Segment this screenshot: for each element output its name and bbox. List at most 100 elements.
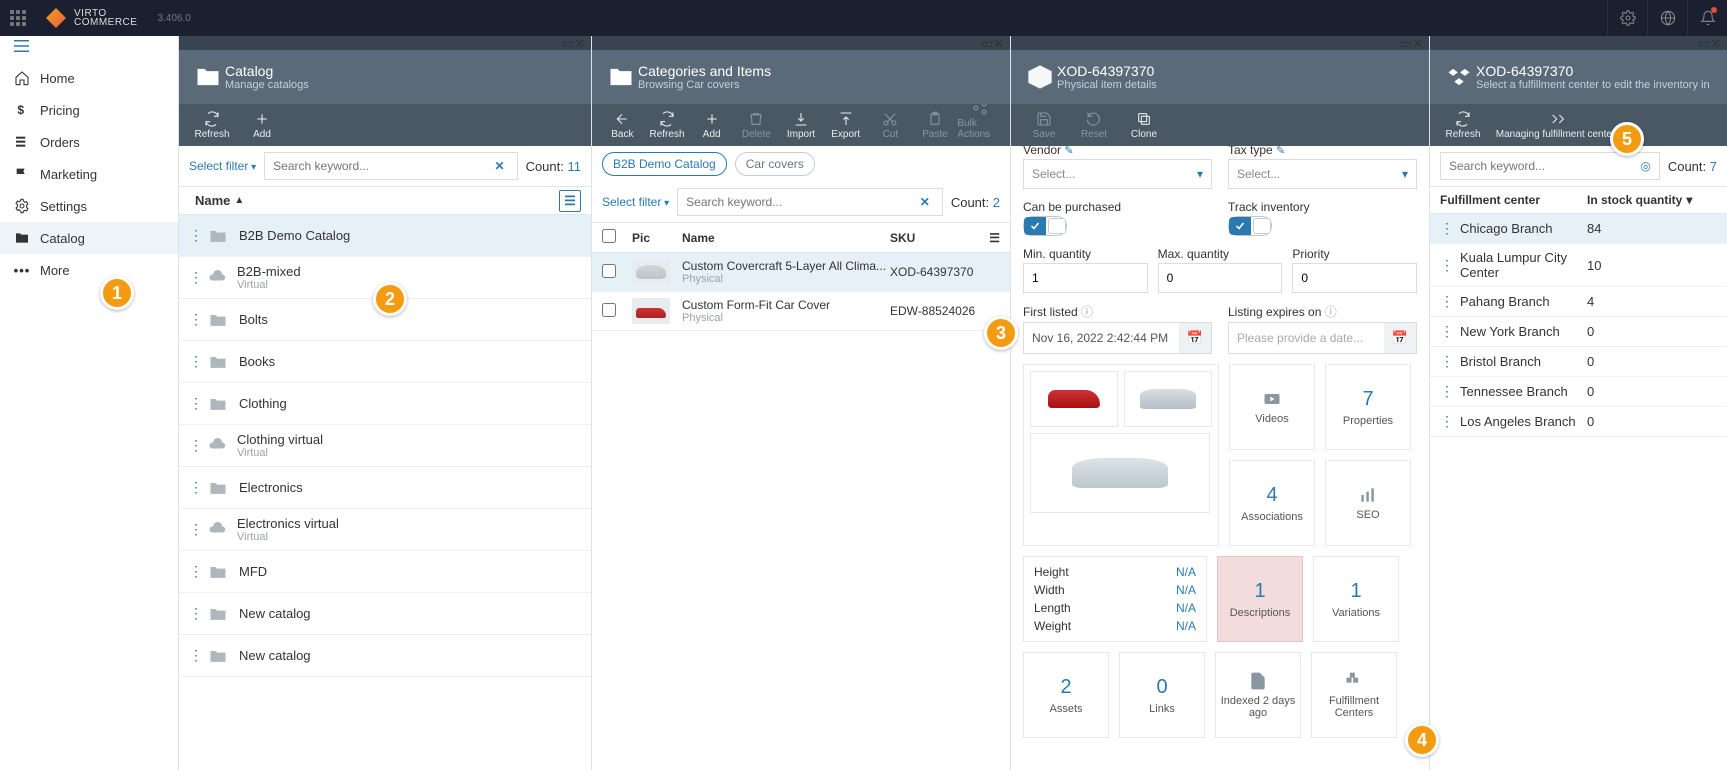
items-search[interactable]: ✕ (677, 188, 943, 216)
max-qty-input[interactable] (1158, 263, 1283, 293)
name-header[interactable]: Name (682, 231, 890, 245)
breadcrumb-catalog[interactable]: B2B Demo Catalog (602, 152, 727, 176)
sidenav-item-settings[interactable]: Settings (0, 190, 178, 222)
images-panel[interactable] (1023, 364, 1219, 546)
pic-header[interactable]: Pic (632, 231, 682, 245)
blade3-max-icon[interactable]: ▭ (1400, 36, 1412, 51)
fulfillment-tile[interactable]: Fulfillment Centers (1311, 652, 1397, 738)
select-filter-link[interactable]: Select filter (189, 159, 256, 173)
sidenav-item-pricing[interactable]: $Pricing (0, 94, 178, 126)
min-qty-input[interactable] (1023, 263, 1148, 293)
add-button[interactable]: Add (237, 109, 287, 142)
sidenav-item-orders[interactable]: Orders (0, 126, 178, 158)
drag-handle-icon[interactable]: ⋮ (1440, 413, 1454, 430)
fulfillment-row[interactable]: ⋮New York Branch0 (1430, 317, 1727, 347)
sidenav-item-home[interactable]: Home (0, 62, 178, 94)
calendar-icon[interactable]: 📅 (1179, 323, 1211, 353)
drag-handle-icon[interactable]: ⋮ (189, 437, 197, 454)
track-inventory-toggle[interactable] (1228, 216, 1272, 236)
sku-header[interactable]: SKU (890, 231, 1000, 245)
fulfillment-row[interactable]: ⋮Bristol Branch0 (1430, 347, 1727, 377)
drag-handle-icon[interactable]: ⋮ (189, 563, 197, 580)
drag-handle-icon[interactable]: ⋮ (189, 311, 197, 328)
search-input[interactable] (273, 159, 490, 173)
blade4-close-icon[interactable]: ✕ (1710, 36, 1721, 51)
drag-handle-icon[interactable]: ⋮ (189, 479, 197, 496)
manage-fulfillment-button[interactable]: Managing fulfillment centers (1488, 109, 1628, 142)
edit-icon[interactable]: ✎ (1276, 146, 1285, 157)
row-checkbox[interactable] (602, 303, 616, 317)
edit-icon[interactable]: ✎ (1064, 146, 1073, 157)
fulfillment-center-header[interactable]: Fulfillment center (1440, 193, 1587, 207)
drag-handle-icon[interactable]: ⋮ (189, 605, 197, 622)
blade3-close-icon[interactable]: ✕ (1412, 36, 1423, 51)
import-button[interactable]: Import (779, 109, 824, 142)
drag-handle-icon[interactable]: ⋮ (1440, 257, 1454, 274)
refresh-button[interactable]: Refresh (187, 109, 237, 142)
catalog-row[interactable]: ⋮MFD (179, 551, 591, 593)
tax-select[interactable]: Select...▾ (1228, 159, 1417, 189)
priority-input[interactable] (1292, 263, 1417, 293)
drag-handle-icon[interactable]: ⋮ (189, 395, 197, 412)
export-button[interactable]: Export (823, 109, 868, 142)
select-all-checkbox[interactable] (602, 229, 616, 243)
catalog-row[interactable]: ⋮Clothing (179, 383, 591, 425)
catalog-row[interactable]: ⋮Books (179, 341, 591, 383)
fulfillment-row[interactable]: ⋮Pahang Branch4 (1430, 287, 1727, 317)
item-row[interactable]: Custom Form-Fit Car CoverPhysicalEDW-885… (592, 292, 1010, 331)
info-icon[interactable]: ⓘ (1325, 305, 1337, 319)
calendar-icon[interactable]: 📅 (1384, 323, 1416, 353)
drag-handle-icon[interactable]: ⋮ (189, 227, 197, 244)
videos-tile[interactable]: Videos (1229, 364, 1315, 450)
catalog-row[interactable]: ⋮New catalog (179, 635, 591, 677)
descriptions-tile[interactable]: 1Descriptions (1217, 556, 1303, 642)
brand-logo[interactable]: VIRTO COMMERCE (36, 8, 147, 28)
drag-handle-icon[interactable]: ⋮ (189, 269, 197, 286)
breadcrumb-category[interactable]: Car covers (735, 152, 815, 176)
drag-handle-icon[interactable]: ⋮ (1440, 353, 1454, 370)
search-input[interactable] (1449, 159, 1640, 173)
globe-icon[interactable] (1647, 0, 1687, 36)
catalog-row[interactable]: ⋮New catalog (179, 593, 591, 635)
blade2-close-icon[interactable]: ✕ (993, 36, 1004, 51)
settings-icon[interactable] (1607, 0, 1647, 36)
sidenav-item-marketing[interactable]: Marketing (0, 158, 178, 190)
clone-button[interactable]: Clone (1119, 109, 1169, 142)
clear-icon[interactable]: ✕ (491, 159, 509, 173)
fulfillment-search[interactable]: ◎ (1440, 152, 1660, 180)
drag-handle-icon[interactable]: ⋮ (189, 521, 197, 538)
seo-tile[interactable]: SEO (1325, 460, 1411, 546)
fulfillment-row[interactable]: ⋮Kuala Lumpur City Center10 (1430, 244, 1727, 287)
catalog-row[interactable]: ⋮B2B Demo Catalog (179, 215, 591, 257)
select-filter-link[interactable]: Select filter (602, 195, 669, 209)
drag-handle-icon[interactable]: ⋮ (1440, 323, 1454, 340)
drag-handle-icon[interactable]: ⋮ (1440, 383, 1454, 400)
catalog-row[interactable]: ⋮Electronics (179, 467, 591, 509)
properties-tile[interactable]: 7Properties (1325, 364, 1411, 450)
first-listed-input[interactable]: Nov 16, 2022 2:42:44 PM📅 (1023, 322, 1212, 354)
column-settings-icon[interactable]: ☰ (989, 231, 1000, 245)
drag-handle-icon[interactable]: ⋮ (1440, 293, 1454, 310)
blade4-max-icon[interactable]: ▭ (1698, 36, 1710, 51)
refresh-button[interactable]: Refresh (645, 109, 690, 142)
drag-handle-icon[interactable]: ⋮ (1440, 220, 1454, 237)
associations-tile[interactable]: 4Associations (1229, 460, 1315, 546)
blade1-close-icon[interactable]: ✕ (574, 36, 585, 51)
catalog-row[interactable]: ⋮Clothing virtualVirtual (179, 425, 591, 467)
hamburger-icon[interactable] (0, 36, 178, 56)
item-row[interactable]: Custom Covercraft 5-Layer All Clima...Ph… (592, 253, 1010, 292)
in-stock-header[interactable]: In stock quantity▾ (1587, 193, 1717, 207)
fulfillment-row[interactable]: ⋮Chicago Branch84 (1430, 214, 1727, 244)
add-button[interactable]: Add (689, 109, 734, 142)
clear-icon[interactable]: ✕ (916, 195, 934, 209)
column-settings-icon[interactable]: ☰ (559, 190, 581, 212)
catalog-row[interactable]: ⋮Electronics virtualVirtual (179, 509, 591, 551)
drag-handle-icon[interactable]: ⋮ (189, 353, 197, 370)
fulfillment-row[interactable]: ⋮Los Angeles Branch0 (1430, 407, 1727, 437)
indexed-tile[interactable]: Indexed 2 days ago (1215, 652, 1301, 738)
listing-expires-input[interactable]: Please provide a date...📅 (1228, 322, 1417, 354)
variations-tile[interactable]: 1Variations (1313, 556, 1399, 642)
sidenav-item-more[interactable]: •••More (0, 254, 178, 286)
catalog-name-header[interactable]: Name▲ ☰ (179, 186, 591, 215)
catalog-search[interactable]: ✕ (264, 152, 517, 180)
